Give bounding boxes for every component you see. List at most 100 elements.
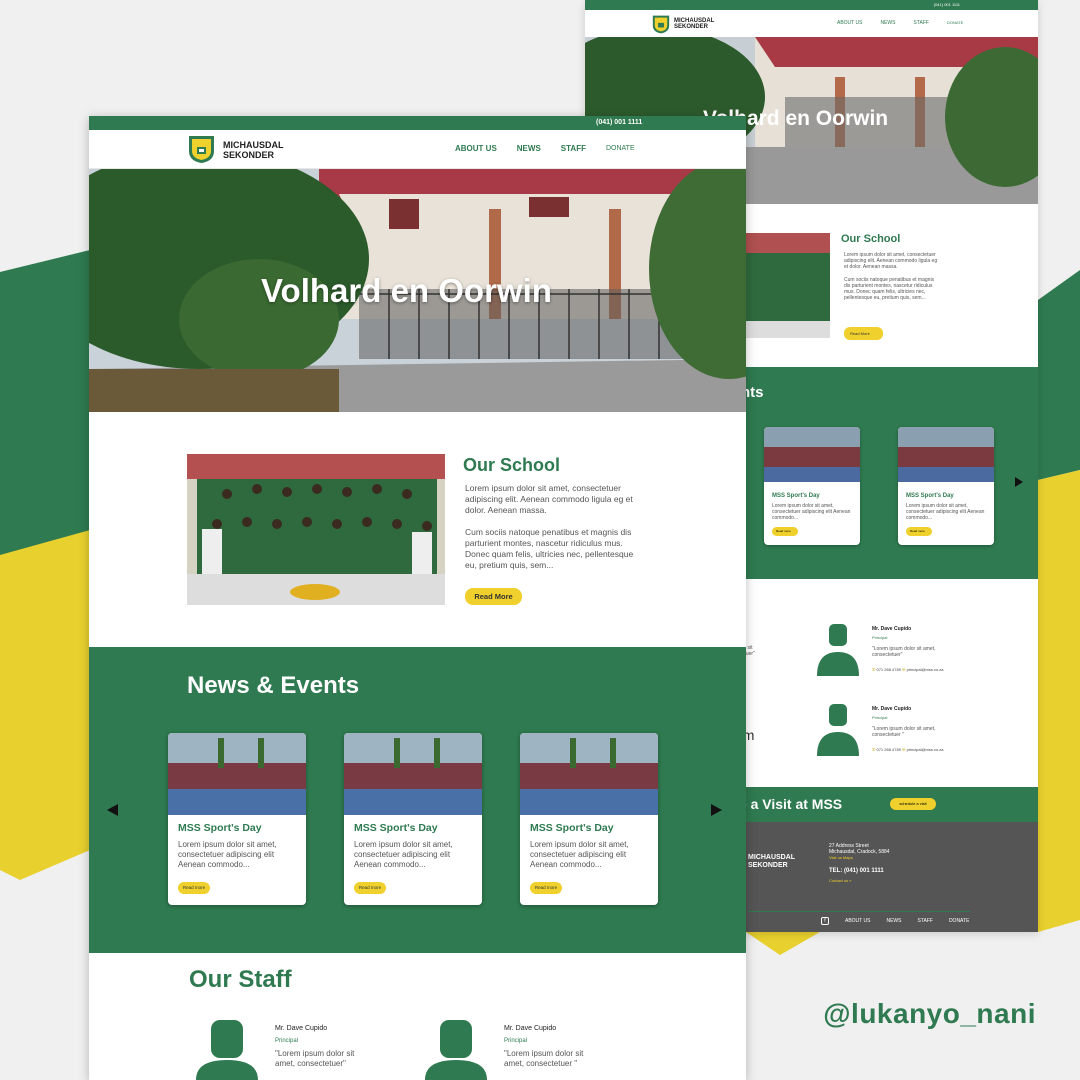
contact-link[interactable]: Contact us » [829,878,851,883]
about-title: Our School [841,233,901,245]
news-card-read-more[interactable]: Read more [772,527,798,536]
nav-about[interactable]: ABOUT US [455,144,497,153]
staff-contact: ✆ 071 268 4789 ✉ principal@mss.co.za [872,667,944,672]
news-card-photo [764,427,860,482]
maps-link[interactable]: Visit us Maps [829,855,890,861]
about-paragraph-2: Cum sociis natoque penatibus et magnis d… [844,277,935,301]
footer-about[interactable]: ABOUT US [845,918,870,924]
read-more-button[interactable]: Read More [844,327,883,340]
hero-title: Volhard en Oorwin [261,272,552,309]
footer-links: f ABOUT US NEWS STAFF DONATE [821,917,969,925]
staff-quote: "Lorem ipsum dolor sit amet, consectetue… [275,1049,355,1068]
staff-quote: "Lorem ipsum dolor sit amet, consectetue… [872,646,936,658]
front-page-mockup: (041) 001 1111 MICHAUSDAL SEKONDER ABOUT… [89,116,746,1080]
news-card-read-more[interactable]: Read more [906,527,932,536]
top-bar-phone: (041) 001 1111 [585,0,1038,10]
news-card-title: MSS Sport's Day [178,822,262,834]
staff-phone: 071 268 4789 [876,667,901,672]
staff-role: Principal [504,1038,528,1044]
staff-email: principal@mss.co.za [906,747,944,752]
author-handle: @lukanyo_nani [823,998,1036,1029]
footer-tel: TEL: (041) 001 1111 [829,868,884,874]
news-card-photo [168,733,306,815]
top-bar-phone: (041) 001 1111 [89,116,746,130]
nav-staff[interactable]: STAFF [561,144,586,153]
staff-phone: 071 268 4789 [876,747,901,752]
phone-icon: ✆ [872,747,876,752]
carousel-next-icon[interactable] [1015,477,1023,487]
avatar-icon [817,704,859,756]
staff-quote: "Lorem ipsum dolor sit amet, consectetue… [872,726,936,738]
news-card-desc: Lorem ipsum dolor sit amet, consectetuer… [178,840,277,869]
news-card[interactable]: MSS Sport's Day Lorem ipsum dolor sit am… [898,427,994,545]
news-card-title: MSS Sport's Day [354,822,438,834]
news-card[interactable]: MSS Sport's Day Lorem ipsum dolor sit am… [764,427,860,545]
staff-contact: ✆ 071 268 4789 ✉ principal@mss.co.za [872,747,944,752]
about-paragraph-1: Lorem ipsum dolor sit amet, consectetuer… [844,252,938,270]
school-name: MICHAUSDAL SEKONDER [223,140,284,160]
school-group-photo [740,233,830,338]
nav-news[interactable]: NEWS [517,144,541,153]
staff-quote: "Lorem ipsum dolor sit amet, consectetue… [504,1049,584,1068]
news-title: News & Events [187,672,360,699]
visit-text: le a Visit at MSS [735,796,843,812]
nav-donate[interactable]: DONATE [606,144,635,153]
navbar: MICHAUSDAL SEKONDER ABOUT US NEWS STAFF … [89,130,746,169]
facebook-icon[interactable]: f [821,917,829,925]
phone-icon: ✆ [872,667,876,672]
news-card-desc: Lorem ipsum dolor sit amet, consectetuer… [772,503,851,521]
avatar-icon [425,1020,487,1080]
news-card-desc: Lorem ipsum dolor sit amet, consectetuer… [530,840,629,869]
news-card[interactable]: MSS Sport's Day Lorem ipsum dolor sit am… [520,733,658,905]
news-card-title: MSS Sport's Day [772,493,820,499]
school-crest-icon[interactable] [188,135,215,164]
navbar: MICHAUSDAL SEKONDER ABOUT US NEWS STAFF … [585,10,1038,38]
staff-role: Principal [275,1038,299,1044]
nav-news[interactable]: NEWS [880,20,895,26]
staff-name: Mr. Dave Cupido [275,1025,328,1032]
school-name: MICHAUSDAL SEKONDER [674,18,715,30]
news-card-photo [344,733,482,815]
mail-icon: ✉ [902,667,906,672]
staff-role: Principal [872,635,888,640]
staff-name: Mr. Dave Cupido [872,706,912,712]
news-card-read-more[interactable]: Read more [530,882,562,894]
mail-icon: ✉ [902,747,906,752]
nav-links: ABOUT US NEWS STAFF DONATE [455,144,635,153]
news-card[interactable]: MSS Sport's Day Lorem ipsum dolor sit am… [168,733,306,905]
news-card-title: MSS Sport's Day [530,822,614,834]
footer-address: 27 Address Street Michausdal, Cradock, 5… [829,843,890,861]
staff-name: Mr. Dave Cupido [504,1025,557,1032]
footer-staff[interactable]: STAFF [917,918,932,924]
news-card-read-more[interactable]: Read more [354,882,386,894]
read-more-button[interactable]: Read More [465,588,522,605]
news-card-read-more[interactable]: Read more [178,882,210,894]
about-title: Our School [463,455,561,475]
nav-about[interactable]: ABOUT US [837,20,862,26]
school-group-photo [187,454,445,605]
news-card-photo [898,427,994,482]
news-card-desc: Lorem ipsum dolor sit amet, consectetuer… [906,503,985,521]
carousel-next-icon[interactable] [711,804,722,816]
carousel-prev-icon[interactable] [107,804,118,816]
about-paragraph-1: Lorem ipsum dolor sit amet, consectetuer… [465,483,633,515]
news-card-title: MSS Sport's Day [906,493,954,499]
avatar-icon [196,1020,258,1080]
news-section: News & Events MSS Sport's Day Lorem ipsu… [89,647,746,953]
staff-name: Mr. Dave Cupido [872,626,912,632]
nav-links: ABOUT US NEWS STAFF DONATE [837,20,963,26]
news-card[interactable]: MSS Sport's Day Lorem ipsum dolor sit am… [344,733,482,905]
news-card-desc: Lorem ipsum dolor sit amet, consectetuer… [354,840,453,869]
nav-staff[interactable]: STAFF [913,20,928,26]
about-paragraph-2: Cum sociis natoque penatibus et magnis d… [465,527,634,570]
school-crest-icon [652,15,670,33]
footer-school-name: MICHAUSDAL SEKONDER [748,854,796,869]
staff-email: principal@mss.co.za [906,667,944,672]
footer-news[interactable]: NEWS [886,918,901,924]
schedule-visit-button[interactable]: schedule a visit [890,798,936,810]
staff-title: Our Staff [189,966,292,993]
avatar-icon [817,624,859,676]
hero-banner: Volhard en Oorwin [89,169,746,412]
footer-donate[interactable]: DONATE [949,918,969,924]
nav-donate[interactable]: DONATE [947,20,963,26]
